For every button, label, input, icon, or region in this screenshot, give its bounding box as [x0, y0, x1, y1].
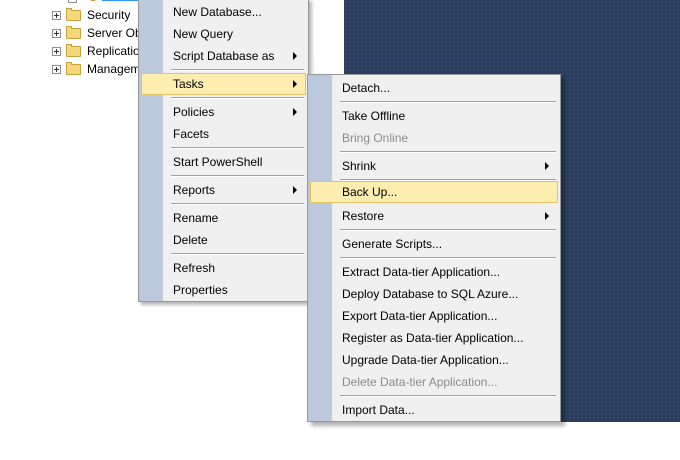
- menu-separator: [340, 257, 556, 259]
- tasks-submenu: Detach... Take Offline Bring Online Shri…: [307, 74, 561, 422]
- folder-icon: [66, 26, 81, 39]
- submenu-arrow-icon: [545, 212, 549, 220]
- menu-item-start-powershell[interactable]: Start PowerShell: [141, 151, 306, 173]
- menu-item-label: Refresh: [173, 261, 216, 275]
- menu-item-label: Reports: [173, 183, 216, 197]
- menu-item-import-data[interactable]: Import Data...: [310, 399, 558, 421]
- menu-separator: [171, 147, 304, 149]
- menu-item-label: Register as Data-tier Application...: [342, 331, 524, 345]
- menu-item-upgrade-data-tier-application[interactable]: Upgrade Data-tier Application...: [310, 349, 558, 371]
- menu-separator: [171, 69, 304, 71]
- menu-item-generate-scripts[interactable]: Generate Scripts...: [310, 233, 558, 255]
- menu-item-label: Extract Data-tier Application...: [342, 265, 501, 279]
- menu-item-bring-online: Bring Online: [310, 127, 558, 149]
- submenu-arrow-icon: [293, 108, 297, 116]
- expand-icon[interactable]: [68, 0, 77, 3]
- menu-item-label: Delete Data-tier Application...: [342, 375, 498, 389]
- menu-item-label: Upgrade Data-tier Application...: [342, 353, 509, 367]
- menu-item-reports[interactable]: Reports: [141, 179, 306, 201]
- menu-separator: [171, 97, 304, 99]
- folder-icon: [66, 62, 81, 75]
- menu-separator: [171, 203, 304, 205]
- menu-item-delete-data-tier-application: Delete Data-tier Application...: [310, 371, 558, 393]
- tree-node-label: Server Objects: [87, 26, 142, 40]
- menu-item-facets[interactable]: Facets: [141, 123, 306, 145]
- menu-item-tasks[interactable]: Tasks: [141, 73, 306, 95]
- menu-item-new-database[interactable]: New Database...: [141, 1, 306, 23]
- menu-item-script-database-as[interactable]: Script Database as: [141, 45, 306, 67]
- menu-item-label: Generate Scripts...: [342, 237, 443, 251]
- tree-node-security[interactable]: Security: [52, 7, 142, 25]
- menu-item-label: New Database...: [173, 5, 262, 19]
- menu-item-policies[interactable]: Policies: [141, 101, 306, 123]
- menu-separator: [340, 395, 556, 397]
- menu-item-detach[interactable]: Detach...: [310, 77, 558, 99]
- expand-icon[interactable]: [52, 29, 61, 38]
- menu-separator: [340, 229, 556, 231]
- menu-item-label: Detach...: [342, 81, 391, 95]
- menu-item-extract-data-tier-application[interactable]: Extract Data-tier Application...: [310, 261, 558, 283]
- menu-item-label: Restore: [342, 209, 385, 223]
- menu-item-label: Policies: [173, 105, 215, 119]
- menu-item-label: Shrink: [342, 159, 377, 173]
- tree-node-label: Security: [87, 8, 131, 22]
- tree-node-server-objects[interactable]: Server Objects: [52, 25, 142, 43]
- menu-item-shrink[interactable]: Shrink: [310, 155, 558, 177]
- menu-item-label: Tasks: [173, 77, 204, 91]
- folder-icon: [66, 8, 81, 21]
- database-icon: [88, 0, 98, 1]
- tree-node-label: Replication: [87, 44, 142, 58]
- expand-icon[interactable]: [52, 11, 61, 20]
- database-context-menu: New Database... New Query Script Databas…: [138, 0, 309, 302]
- menu-separator: [340, 151, 556, 153]
- menu-item-delete[interactable]: Delete: [141, 229, 306, 251]
- folder-icon: [66, 44, 81, 57]
- menu-item-label: Delete: [173, 233, 208, 247]
- submenu-arrow-icon: [293, 52, 297, 60]
- submenu-arrow-icon: [293, 80, 297, 88]
- submenu-arrow-icon: [293, 186, 297, 194]
- menu-item-label: Deploy Database to SQL Azure...: [342, 287, 519, 301]
- menu-item-label: Take Offline: [342, 109, 406, 123]
- menu-item-label: New Query: [173, 27, 234, 41]
- menu-item-label: Export Data-tier Application...: [342, 309, 498, 323]
- tree-node-replication[interactable]: Replication: [52, 43, 142, 61]
- menu-item-label: Facets: [173, 127, 210, 141]
- expand-icon[interactable]: [52, 47, 61, 56]
- submenu-arrow-icon: [545, 162, 549, 170]
- menu-separator: [171, 175, 304, 177]
- tree-node-database-selected[interactable]: [68, 0, 140, 6]
- menu-item-export-data-tier-application[interactable]: Export Data-tier Application...: [310, 305, 558, 327]
- selected-node-highlight: [102, 0, 140, 1]
- tree-node-label: Management: [87, 62, 142, 76]
- menu-item-label: Start PowerShell: [173, 155, 263, 169]
- menu-item-restore[interactable]: Restore: [310, 205, 558, 227]
- menu-item-label: Rename: [173, 211, 219, 225]
- menu-item-take-offline[interactable]: Take Offline: [310, 105, 558, 127]
- menu-item-label: Import Data...: [342, 403, 415, 417]
- menu-separator: [340, 101, 556, 103]
- menu-item-new-query[interactable]: New Query: [141, 23, 306, 45]
- menu-item-deploy-database-to-sql-azure[interactable]: Deploy Database to SQL Azure...: [310, 283, 558, 305]
- menu-item-label: Script Database as: [173, 49, 275, 63]
- menu-item-back-up[interactable]: Back Up...: [310, 181, 558, 203]
- menu-item-register-as-data-tier-application[interactable]: Register as Data-tier Application...: [310, 327, 558, 349]
- menu-item-label: Back Up...: [342, 185, 398, 199]
- menu-item-rename[interactable]: Rename: [141, 207, 306, 229]
- menu-item-properties[interactable]: Properties: [141, 279, 306, 301]
- expand-icon[interactable]: [52, 65, 61, 74]
- menu-item-refresh[interactable]: Refresh: [141, 257, 306, 279]
- menu-item-label: Bring Online: [342, 131, 409, 145]
- menu-separator: [171, 253, 304, 255]
- tree-node-management[interactable]: Management: [52, 61, 142, 79]
- menu-item-label: Properties: [173, 283, 228, 297]
